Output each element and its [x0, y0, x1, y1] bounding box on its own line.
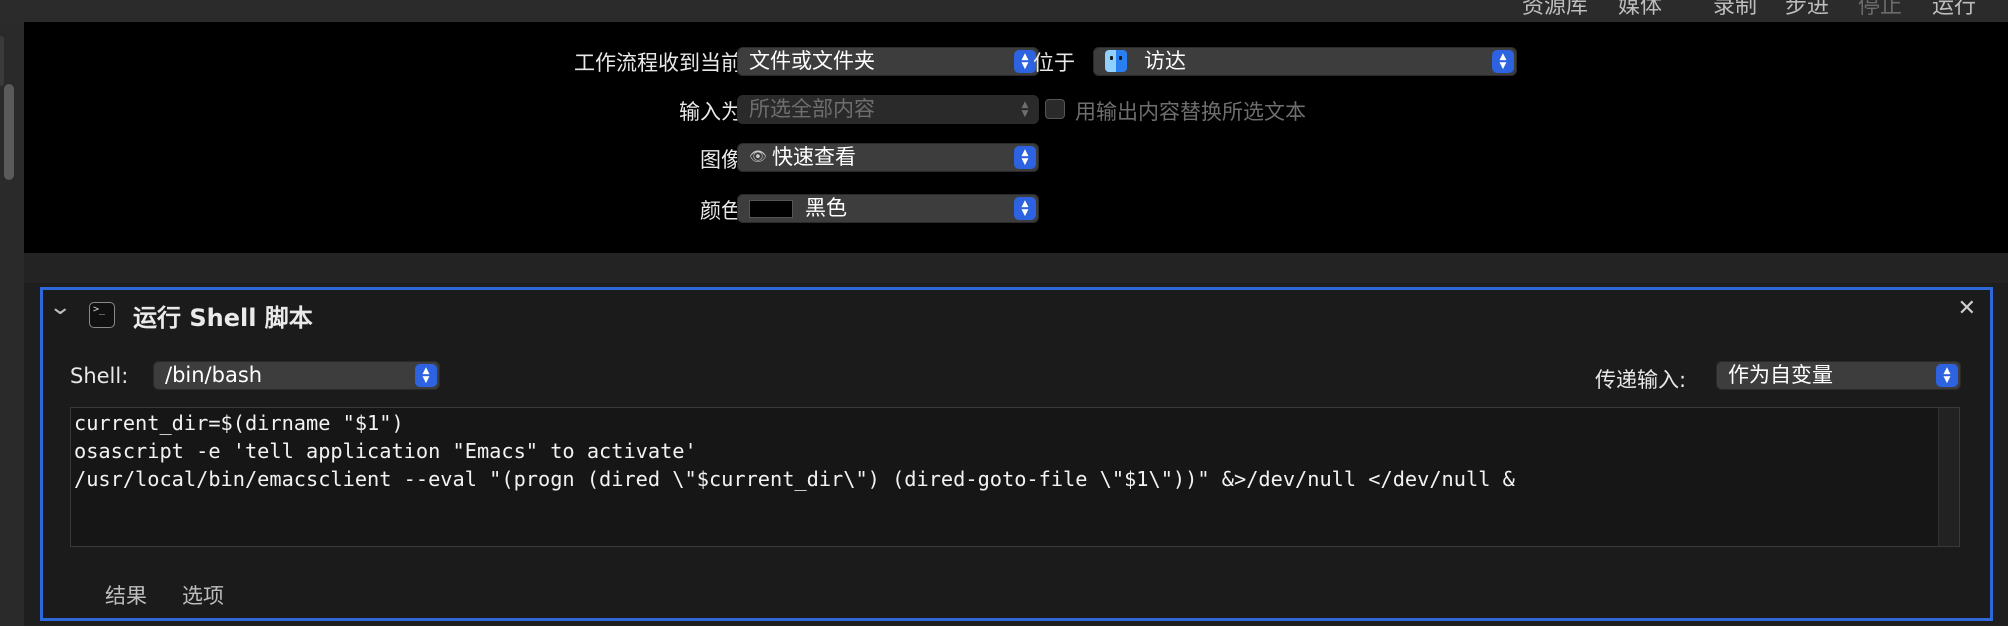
script-line: osascript -e 'tell application "Emacs" t…	[74, 439, 697, 463]
toolbar-step-button[interactable]: 步进	[1785, 0, 1829, 20]
terminal-icon: >_	[89, 302, 115, 328]
pass-input-label: 传递输入:	[1595, 368, 1687, 392]
color-swatch	[749, 200, 793, 218]
toolbar: 资源库 媒体 录制 步进 停止 运行	[0, 0, 2008, 23]
workflow-header-panel: 工作流程收到当前 文件或文件夹 ▲ ▼ 位于 访达 ▲ ▼ 输入为 所选全部内容 ▲…	[24, 22, 2008, 253]
sidebar-tab[interactable]	[0, 36, 4, 86]
toolbar-record-button[interactable]: 录制	[1713, 0, 1757, 20]
action-title: 运行 Shell 脚本	[133, 304, 313, 332]
workflow-gap	[24, 253, 2008, 283]
workflow-receives-popup[interactable]: 文件或文件夹 ▲ ▼	[737, 47, 1039, 76]
left-sidebar-edge	[0, 22, 24, 626]
sidebar-scrollbar[interactable]	[4, 84, 14, 180]
shell-stepper-icon: ▲ ▼	[415, 364, 437, 387]
workflow-receives-label: 工作流程收到当前	[574, 51, 742, 75]
tab-results[interactable]: 结果	[105, 580, 147, 610]
image-stepper-icon: ▲ ▼	[1014, 146, 1036, 169]
color-stepper-icon: ▲ ▼	[1014, 197, 1036, 220]
toolbar-media-button[interactable]: 媒体	[1618, 0, 1662, 20]
workflow-receives-value: 文件或文件夹	[749, 49, 875, 73]
tab-options[interactable]: 选项	[182, 580, 224, 610]
input-is-value: 所选全部内容	[749, 97, 875, 121]
image-popup[interactable]: 👁 快速查看 ▲ ▼	[737, 143, 1039, 172]
image-value: 快速查看	[772, 145, 856, 169]
location-label: 位于	[1033, 51, 1075, 75]
color-popup[interactable]: 黑色 ▲ ▼	[737, 194, 1039, 223]
close-icon[interactable]: ✕	[1958, 296, 1976, 321]
pass-input-value: 作为自变量	[1728, 363, 1833, 387]
input-is-stepper-icon: ▲ ▼	[1021, 99, 1029, 119]
shell-value: /bin/bash	[165, 363, 263, 387]
pass-input-popup[interactable]: 作为自变量 ▲ ▼	[1716, 361, 1961, 390]
location-value: 访达	[1144, 49, 1186, 73]
script-line: current_dir=$(dirname "$1")	[74, 411, 404, 435]
script-line: /usr/local/bin/emacsclient --eval "(prog…	[74, 467, 1515, 491]
shell-popup[interactable]: /bin/bash ▲ ▼	[153, 361, 440, 390]
pass-input-stepper-icon: ▲ ▼	[1936, 364, 1958, 387]
input-is-label: 输入为	[679, 100, 742, 124]
script-editor[interactable]: current_dir=$(dirname "$1") osascript -e…	[70, 407, 1960, 547]
finder-icon	[1105, 50, 1127, 72]
location-stepper-icon: ▲ ▼	[1492, 50, 1514, 73]
color-label: 颜色	[700, 199, 742, 223]
location-popup[interactable]: 访达 ▲ ▼	[1093, 47, 1517, 76]
script-editor-scrollbar[interactable]	[1938, 408, 1959, 546]
color-value: 黑色	[805, 196, 847, 220]
shell-label: Shell:	[70, 364, 129, 388]
eye-icon: 👁	[749, 149, 767, 165]
replace-output-checkbox[interactable]	[1045, 99, 1065, 119]
input-is-popup[interactable]: 所选全部内容 ▲ ▼	[737, 95, 1039, 124]
toolbar-run-button[interactable]: 运行	[1932, 0, 1976, 20]
replace-output-label: 用输出内容替换所选文本	[1075, 100, 1306, 124]
image-label: 图像	[700, 148, 742, 172]
toolbar-library-button[interactable]: 资源库	[1522, 0, 1588, 20]
run-shell-script-action[interactable]: ⌄ >_ 运行 Shell 脚本 ✕ Shell: /bin/bash ▲ ▼ 传…	[40, 287, 1993, 621]
toolbar-stop-button[interactable]: 停止	[1858, 0, 1902, 20]
collapse-chevron-icon[interactable]: ⌄	[48, 295, 72, 320]
